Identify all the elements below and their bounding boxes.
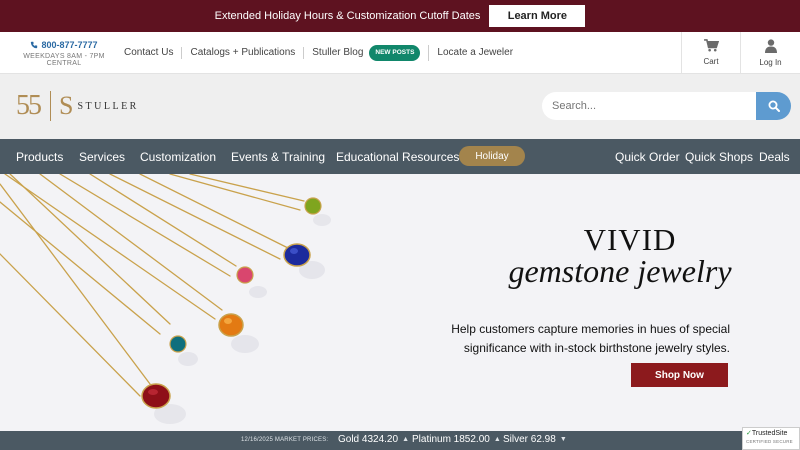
- logo-bar: 55 S STULLER: [0, 74, 800, 139]
- down-arrow-icon: ▼: [559, 436, 567, 443]
- phone-block: 800-877-7777 WEEKDAYS 8AM - 7PM CENTRAL: [9, 40, 119, 67]
- cart-label: Cart: [703, 57, 719, 66]
- nav-events-training[interactable]: Events & Training: [231, 139, 325, 174]
- search-input[interactable]: [542, 92, 756, 120]
- nav-educational-resources[interactable]: Educational Resources: [336, 139, 459, 174]
- locate-jeweler-label: Locate a Jeweler: [437, 46, 514, 58]
- silver-price[interactable]: Silver 62.98 ▼: [503, 434, 567, 445]
- market-prices-bar: 12/16/2025 MARKET PRICES: Gold 4324.20 ▲…: [0, 431, 800, 450]
- announcement-bar: Extended Holiday Hours & Customization C…: [0, 0, 800, 32]
- contact-us-link[interactable]: Contact Us: [124, 46, 183, 59]
- nav-services[interactable]: Services: [79, 139, 125, 174]
- nav-products[interactable]: Products: [16, 139, 63, 174]
- phone-icon: [31, 41, 38, 49]
- learn-more-button[interactable]: Learn More: [489, 5, 586, 27]
- utility-bar: 800-877-7777 WEEKDAYS 8AM - 7PM CENTRAL …: [0, 32, 800, 74]
- search-icon: [768, 100, 780, 112]
- contact-us-label: Contact Us: [124, 46, 174, 58]
- shop-now-button[interactable]: Shop Now: [631, 363, 728, 387]
- stuller-logo[interactable]: 55 S STULLER: [16, 90, 139, 122]
- nav-holiday[interactable]: Holiday: [459, 146, 525, 166]
- trustedsite-subtitle: CERTIFIED SECURE: [746, 439, 793, 444]
- gold-price[interactable]: Gold 4324.20 ▲: [338, 434, 409, 445]
- locate-jeweler-link[interactable]: Locate a Jeweler: [429, 47, 521, 59]
- platinum-price-label: Platinum 1852.00: [412, 434, 490, 445]
- cart-icon: [703, 39, 719, 52]
- silver-price-label: Silver 62.98: [503, 434, 556, 445]
- trustedsite-title: ✓TrustedSite: [746, 430, 796, 438]
- hero-title-script: gemstone jewelry: [508, 253, 732, 289]
- search-bar: [542, 92, 791, 120]
- login-label: Log In: [759, 57, 782, 67]
- nav-deals[interactable]: Deals: [759, 139, 790, 174]
- stuller-blog-link[interactable]: Stuller Blog NEW POSTS: [304, 44, 430, 61]
- search-button[interactable]: [756, 92, 791, 120]
- nav-quick-shops[interactable]: Quick Shops: [685, 139, 753, 174]
- utility-links: Contact Us Catalogs + Publications Stull…: [124, 32, 521, 73]
- phone-link[interactable]: 800-877-7777: [9, 40, 119, 50]
- up-arrow-icon: ▲: [493, 436, 501, 443]
- main-nav: Products Services Customization Events &…: [0, 139, 800, 174]
- up-arrow-icon: ▲: [402, 436, 409, 443]
- new-posts-badge: NEW POSTS: [369, 44, 421, 61]
- catalogs-link[interactable]: Catalogs + Publications: [182, 46, 305, 59]
- gemstone-necklaces-image: [0, 174, 331, 424]
- nav-customization[interactable]: Customization: [140, 139, 216, 174]
- nav-quick-order[interactable]: Quick Order: [615, 139, 680, 174]
- trustedsite-badge[interactable]: ✓TrustedSite CERTIFIED SECURE: [742, 427, 800, 450]
- cart-button[interactable]: Cart: [681, 32, 740, 73]
- market-date-label: 12/16/2025 MARKET PRICES:: [241, 437, 329, 443]
- catalogs-label: Catalogs + Publications: [190, 46, 296, 58]
- business-hours: WEEKDAYS 8AM - 7PM CENTRAL: [23, 53, 105, 67]
- trustedsite-title-text: TrustedSite: [751, 430, 788, 437]
- gold-price-label: Gold 4324.20: [338, 434, 399, 445]
- login-button[interactable]: Log In: [740, 32, 800, 73]
- hero-subtitle-line2: significance with in-stock birthstone je…: [463, 341, 730, 355]
- logo-mark: 55: [16, 90, 42, 121]
- phone-number: 800-877-7777: [41, 40, 98, 50]
- logo-s: S: [59, 91, 74, 120]
- logo-divider: [50, 91, 51, 121]
- logo-wordmark: STULLER: [77, 100, 139, 112]
- stuller-blog-label: Stuller Blog: [312, 46, 364, 58]
- hero-subtitle-line1: Help customers capture memories in hues …: [451, 322, 730, 336]
- platinum-price[interactable]: Platinum 1852.00 ▲: [412, 434, 501, 445]
- announcement-text: Extended Holiday Hours & Customization C…: [214, 10, 481, 22]
- hero-banner: VIVID gemstone jewelry Help customers ca…: [0, 174, 800, 431]
- hero-subtitle: Help customers capture memories in hues …: [450, 320, 730, 358]
- user-icon: [764, 38, 777, 53]
